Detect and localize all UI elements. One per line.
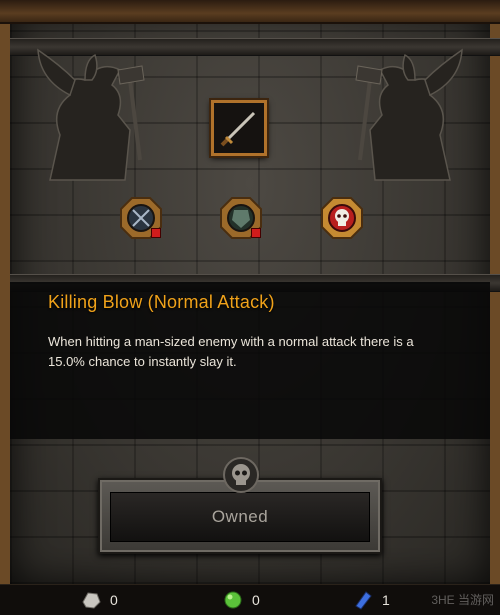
silver-count: 0 xyxy=(110,592,118,608)
sword-icon xyxy=(214,103,264,153)
sub-skill-3[interactable] xyxy=(320,196,364,240)
skill-description-panel: Killing Blow (Normal Attack) When hittin… xyxy=(10,282,490,439)
window-top-border xyxy=(0,0,500,24)
blue-crystal-count: 1 xyxy=(382,592,390,608)
resource-bar: 0 0 1 3HE 当游网 xyxy=(0,584,500,615)
sub-skill-1[interactable] xyxy=(119,196,163,240)
status-badge xyxy=(151,228,161,238)
resource-blue-crystal: 1 xyxy=(352,590,390,610)
resource-silver: 0 xyxy=(80,590,118,610)
resource-green-gem: 0 xyxy=(222,590,260,610)
skull-icon xyxy=(321,197,363,239)
green-gem-icon xyxy=(224,591,242,609)
blue-crystal-icon xyxy=(355,591,372,610)
green-gem-count: 0 xyxy=(252,592,260,608)
gargoyle-statue-left xyxy=(37,48,145,181)
main-skill-slot[interactable] xyxy=(211,100,267,156)
skull-ornament-icon xyxy=(223,457,259,493)
gargoyle-statue-right xyxy=(355,48,463,181)
skill-description: When hitting a man-sized enemy with a no… xyxy=(48,334,414,369)
silver-ore-icon xyxy=(82,592,101,609)
owned-button[interactable]: Owned xyxy=(110,492,370,542)
skill-title: Killing Blow (Normal Attack) xyxy=(48,292,275,312)
sub-skill-2[interactable] xyxy=(219,196,263,240)
watermark-logo: 3HE 当游网 xyxy=(431,593,494,607)
status-badge xyxy=(251,228,261,238)
